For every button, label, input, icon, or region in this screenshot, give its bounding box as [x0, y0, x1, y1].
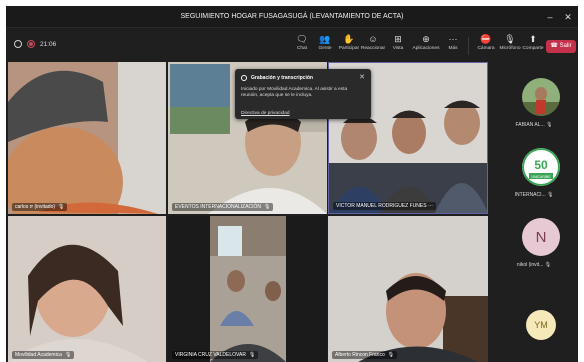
meeting-title: SEGUIMIENTO HOGAR FUSAGASUGÁ (LEVANTAMIE… — [180, 13, 404, 20]
banner-title: Grabación y transcripción — [251, 75, 313, 81]
mic-icon: 🎙 — [64, 352, 72, 358]
avatar: YM — [526, 310, 556, 340]
avatar: N — [522, 218, 560, 256]
mic-icon: 🎙 — [387, 352, 395, 358]
participant-video — [168, 216, 327, 362]
participant-name: Movilidad Academica 🎙 — [12, 351, 75, 359]
logo-subtext: UNICARIBE — [531, 175, 551, 179]
mic-off-icon: 🎙 — [504, 34, 516, 44]
avatar: 50 UNICARIBE — [522, 148, 560, 186]
mic-off-icon: 🎙 — [547, 192, 554, 198]
panel-participant[interactable]: FABIAN AL... 🎙 — [490, 74, 578, 142]
ellipsis-icon: ··· — [448, 34, 458, 44]
meeting-toolbar: 21:06 🗨 Chat 👥 Gente ✋ Participar ☺ Reac… — [6, 29, 578, 61]
close-icon[interactable]: ✕ — [359, 73, 365, 81]
mic-off-icon: 🎙 — [544, 262, 552, 268]
avatar — [522, 78, 560, 116]
minimize-icon[interactable]: – — [544, 11, 556, 23]
teams-window: SEGUIMIENTO HOGAR FUSAGASUGÁ (LEVANTAMIE… — [6, 6, 578, 362]
mic-icon: 🎙 — [58, 204, 65, 210]
participant-video — [8, 62, 166, 214]
plus-icon: ⊕ — [422, 34, 430, 44]
grid-icon: ⊞ — [394, 34, 402, 44]
participant-video — [8, 216, 166, 362]
meeting-timer: 21:06 — [40, 40, 57, 48]
share-icon: ⬆ — [529, 34, 537, 44]
logo-text: 50 — [534, 158, 548, 172]
people-icon: 👥 — [319, 34, 331, 44]
participant-name: carlos rr (invitado) 🎙 — [12, 203, 68, 211]
view-button[interactable]: ⊞ Vista — [386, 33, 410, 59]
recording-banner: Grabación y transcripción ✕ Iniciado por… — [235, 69, 371, 119]
hand-icon: ✋ — [343, 34, 355, 44]
participant-name: VICTOR MANUEL RODRIGUEZ FUNES ··· — [333, 202, 436, 210]
mic-off-icon: 🎙 — [546, 122, 553, 128]
recording-icon — [27, 40, 35, 48]
more-options-icon: ··· — [427, 203, 433, 209]
camera-off-icon: ⛔ — [480, 34, 492, 44]
video-tile-carlos[interactable]: carlos rr (invitado) 🎙 — [8, 62, 166, 214]
mic-icon: 🎙 — [248, 352, 256, 358]
more-button[interactable]: ··· Más — [441, 33, 465, 59]
video-tile-movilidad[interactable]: Movilidad Academica 🎙 — [8, 216, 166, 362]
banner-body: Iniciado por Movilidad Academica. Al asi… — [241, 87, 348, 99]
smiley-icon: ☺ — [368, 34, 378, 44]
participant-panel: FABIAN AL... 🎙 50 UNICARIBE INTERNACI...… — [490, 62, 578, 362]
panel-participant[interactable]: YM — [490, 308, 578, 362]
video-tile-alberto[interactable]: Alberto Rincon Franco 🎙 — [328, 216, 488, 362]
avatar-initials: YM — [534, 320, 548, 330]
record-icon — [241, 75, 247, 81]
avatar-initials: N — [535, 228, 547, 246]
meeting-status: 21:06 — [14, 40, 56, 48]
shield-icon — [14, 40, 22, 48]
phone-icon: ☎ — [550, 43, 560, 49]
participant-name: EVENTOS INTERNACIONALIZACIÓN 🎙 — [172, 203, 274, 211]
panel-participant[interactable]: 50 UNICARIBE INTERNACI... 🎙 — [490, 144, 578, 212]
participant-video — [328, 216, 488, 362]
privacy-link[interactable]: Directiva de privacidad — [241, 111, 290, 116]
share-button[interactable]: ⬆ Comparte — [521, 33, 545, 59]
panel-participant[interactable]: N nikol (invit... 🎙 — [490, 214, 578, 282]
close-icon[interactable]: ✕ — [562, 11, 574, 23]
leave-button[interactable]: ☎ Salir — [546, 40, 576, 53]
participant-name: VIRGINIA CRUZ VALDELOVAR 🎙 — [172, 351, 259, 359]
video-tile-virginia[interactable]: VIRGINIA CRUZ VALDELOVAR 🎙 — [168, 216, 327, 362]
mic-icon: 🎙 — [264, 204, 271, 210]
chat-icon: 🗨 — [296, 34, 308, 44]
participant-name: Alberto Rincon Franco 🎙 — [332, 351, 398, 359]
title-bar: SEGUIMIENTO HOGAR FUSAGASUGÁ (LEVANTAMIE… — [6, 6, 578, 28]
